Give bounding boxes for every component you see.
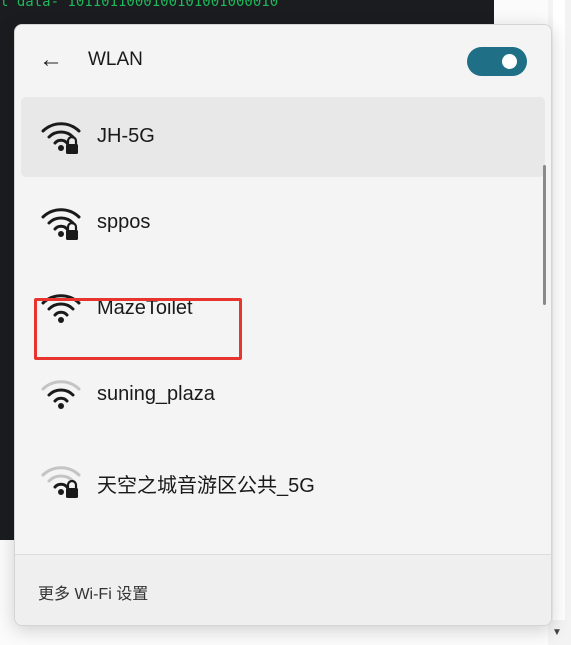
back-arrow-icon[interactable]: ← [37,47,65,75]
network-item[interactable]: JH-5G [21,97,545,177]
toggle-knob [502,54,517,69]
flyout-footer: 更多 Wi-Fi 设置 [15,555,551,625]
wlan-toggle[interactable] [467,47,527,76]
network-item[interactable]: MazeToilet [21,269,545,349]
network-name: JH-5G [97,125,155,147]
wlan-flyout: ← WLAN JH-5G sppos MazeToilet suning_plaza 天… [14,24,552,626]
network-name: sppos [97,211,151,233]
network-item[interactable]: suning_plaza [21,355,545,435]
network-item[interactable]: 天空之城音游区公共_5G [21,441,545,521]
flyout-header: ← WLAN [15,25,551,97]
wifi-icon [41,294,81,323]
network-name: 天空之城音游区公共_5G [97,475,315,497]
scroll-down-arrow-icon[interactable]: ▼ [550,627,564,639]
network-item[interactable]: sppos [21,183,545,263]
wifi-secured-icon [41,466,81,498]
network-list: JH-5G sppos MazeToilet suning_plaza 天空之城音游区公… [15,97,551,555]
wifi-secured-icon [41,208,81,240]
page-title: WLAN [88,49,143,70]
wifi-icon [41,380,81,409]
network-name: MazeToilet [97,297,193,319]
list-scrollbar[interactable] [543,165,546,305]
network-name: suning_plaza [97,383,215,405]
more-wifi-settings-link[interactable]: 更多 Wi-Fi 设置 [38,580,148,604]
terminal-line: l data- 1011011000100101001000010 [0,0,279,10]
wifi-secured-icon [41,122,81,154]
